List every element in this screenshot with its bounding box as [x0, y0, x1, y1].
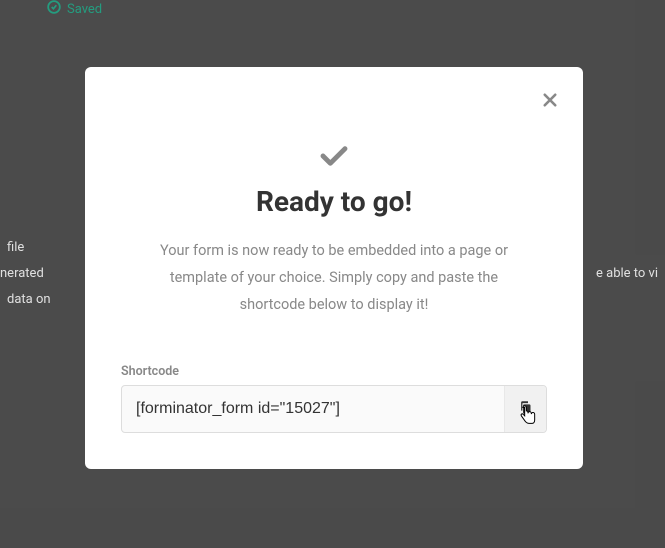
copy-button[interactable] [504, 386, 546, 432]
saved-label: Saved [67, 2, 102, 17]
check-circle-icon [47, 0, 61, 18]
saved-indicator: Saved [47, 0, 102, 18]
ready-modal: Ready to go! Your form is now ready to b… [85, 67, 583, 469]
shortcode-input[interactable] [122, 386, 504, 432]
bg-text: nerated [0, 262, 44, 287]
close-icon [541, 91, 559, 109]
copy-icon [518, 400, 533, 418]
bg-text: data on [7, 288, 51, 313]
close-button[interactable] [541, 91, 559, 109]
shortcode-label: Shortcode [121, 364, 547, 379]
shortcode-field [121, 385, 547, 433]
bg-text: file [7, 236, 24, 261]
modal-description: Your form is now ready to be embedded in… [121, 238, 547, 318]
checkmark-icon [121, 145, 547, 167]
modal-title: Ready to go! [121, 185, 547, 218]
bg-text: e able to vi [596, 262, 658, 287]
